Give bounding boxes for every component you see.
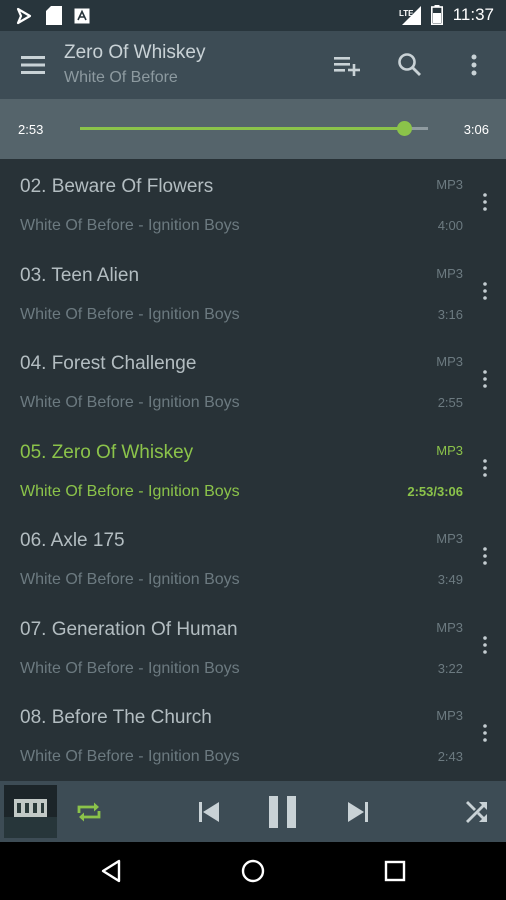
track-title: 07. Generation Of Human — [20, 618, 238, 640]
next-button[interactable] — [339, 793, 377, 831]
track-more-button[interactable] — [478, 630, 492, 660]
track-duration: 3:49 — [437, 572, 463, 587]
skip-next-icon — [348, 802, 368, 822]
recents-icon — [384, 860, 406, 882]
status-bar-system: LTE 11:37 — [399, 5, 494, 25]
track-more-button[interactable] — [478, 364, 492, 394]
more-vert-icon — [483, 370, 487, 388]
seek-bar-panel: 2:53 3:06 — [0, 99, 506, 159]
track-format: MP3 — [436, 619, 463, 635]
track-more-button[interactable] — [478, 718, 492, 748]
track-format: MP3 — [436, 708, 463, 723]
lte-signal-icon: LTE — [399, 5, 421, 25]
more-vert-icon — [483, 458, 487, 477]
track-format: MP3 — [436, 442, 463, 458]
track-row[interactable]: 08. Before The Church White Of Before - … — [0, 690, 506, 779]
more-vert-icon — [483, 193, 487, 211]
more-vert-icon — [483, 281, 487, 300]
track-duration: 2:53/3:06 — [407, 483, 463, 499]
battery-icon — [430, 5, 443, 25]
menu-icon — [21, 56, 45, 74]
seek-progress — [80, 127, 404, 130]
pause-button[interactable] — [264, 790, 304, 834]
track-duration: 2:43 — [437, 749, 463, 764]
pause-icon — [269, 796, 296, 828]
track-row[interactable]: 07. Generation Of Human White Of Before … — [0, 602, 506, 691]
overflow-menu-button[interactable] — [458, 49, 490, 81]
status-bar-notifications — [16, 6, 90, 25]
seek-bar[interactable] — [80, 121, 428, 136]
status-time: 11:37 — [452, 5, 494, 24]
track-list: 02. Beware Of Flowers White Of Before - … — [0, 159, 506, 781]
track-format: MP3 — [436, 265, 463, 281]
track-more-button[interactable] — [478, 276, 492, 306]
track-more-button[interactable] — [478, 541, 492, 571]
track-duration: 2:55 — [437, 395, 463, 410]
track-row[interactable]: 06. Axle 175 White Of Before - Ignition … — [0, 513, 506, 602]
track-format: MP3 — [436, 531, 463, 546]
skip-previous-icon — [199, 802, 219, 822]
track-row[interactable]: 02. Beware Of Flowers White Of Before - … — [0, 159, 506, 248]
track-artist-album: White Of Before - Ignition Boys — [20, 571, 240, 588]
track-duration: 4:00 — [437, 218, 463, 233]
track-format: MP3 — [436, 354, 463, 369]
sd-card-icon — [46, 6, 62, 25]
track-artist-album: White Of Before - Ignition Boys — [20, 659, 240, 677]
now-playing-artist: White Of Before — [64, 69, 178, 86]
svg-text:LTE: LTE — [399, 9, 414, 18]
back-icon — [101, 859, 121, 883]
track-duration: 3:16 — [437, 306, 463, 322]
track-artist-album: White Of Before - Ignition Boys — [20, 748, 240, 765]
now-playing-title: Zero Of Whiskey — [64, 42, 206, 63]
recents-button[interactable] — [380, 856, 410, 886]
more-vert-icon — [471, 54, 477, 76]
track-duration: 3:22 — [437, 660, 463, 676]
track-title: 04. Forest Challenge — [20, 353, 197, 374]
track-more-button[interactable] — [478, 453, 492, 483]
more-vert-icon — [483, 724, 487, 742]
repeat-button[interactable] — [70, 793, 108, 831]
track-artist-album: White Of Before - Ignition Boys — [20, 482, 240, 500]
track-title: 05. Zero Of Whiskey — [20, 441, 194, 463]
shuffle-icon — [466, 801, 487, 823]
home-button[interactable] — [238, 856, 268, 886]
app-toolbar: Zero Of Whiskey White Of Before — [0, 31, 506, 99]
track-title: 02. Beware Of Flowers — [20, 176, 214, 197]
repeat-icon — [77, 802, 101, 822]
player-controls — [0, 781, 506, 842]
track-row[interactable]: 03. Teen Alien White Of Before - Ignitio… — [0, 248, 506, 337]
album-art[interactable] — [4, 785, 57, 838]
status-bar: LTE 11:37 — [0, 0, 506, 31]
home-icon — [241, 859, 265, 883]
more-vert-icon — [483, 547, 487, 565]
current-time: 2:53 — [18, 122, 44, 137]
more-vert-icon — [483, 635, 487, 654]
back-button[interactable] — [97, 856, 127, 886]
total-time: 3:06 — [463, 122, 489, 137]
add-to-playlist-button[interactable] — [331, 49, 363, 81]
add-to-playlist-icon — [334, 57, 360, 76]
search-button[interactable] — [394, 49, 426, 81]
play-store-notification-icon — [16, 7, 32, 24]
track-title: 08. Before The Church — [20, 707, 212, 728]
track-row[interactable]: 05. Zero Of Whiskey White Of Before - Ig… — [0, 425, 506, 514]
search-icon — [398, 53, 421, 76]
track-title: 03. Teen Alien — [20, 264, 140, 286]
track-artist-album: White Of Before - Ignition Boys — [20, 217, 240, 234]
track-row[interactable]: 04. Forest Challenge White Of Before - I… — [0, 336, 506, 425]
track-format: MP3 — [436, 177, 463, 192]
shuffle-button[interactable] — [458, 793, 496, 831]
track-more-button[interactable] — [478, 187, 492, 217]
seek-thumb[interactable] — [396, 121, 412, 136]
track-title: 06. Axle 175 — [20, 530, 125, 551]
track-artist-album: White Of Before - Ignition Boys — [20, 305, 240, 323]
track-artist-album: White Of Before - Ignition Boys — [20, 394, 240, 411]
previous-button[interactable] — [190, 793, 228, 831]
app-notification-icon — [74, 8, 90, 23]
system-nav-bar — [0, 842, 506, 900]
album-art-image — [4, 785, 57, 838]
menu-button[interactable] — [18, 51, 48, 79]
